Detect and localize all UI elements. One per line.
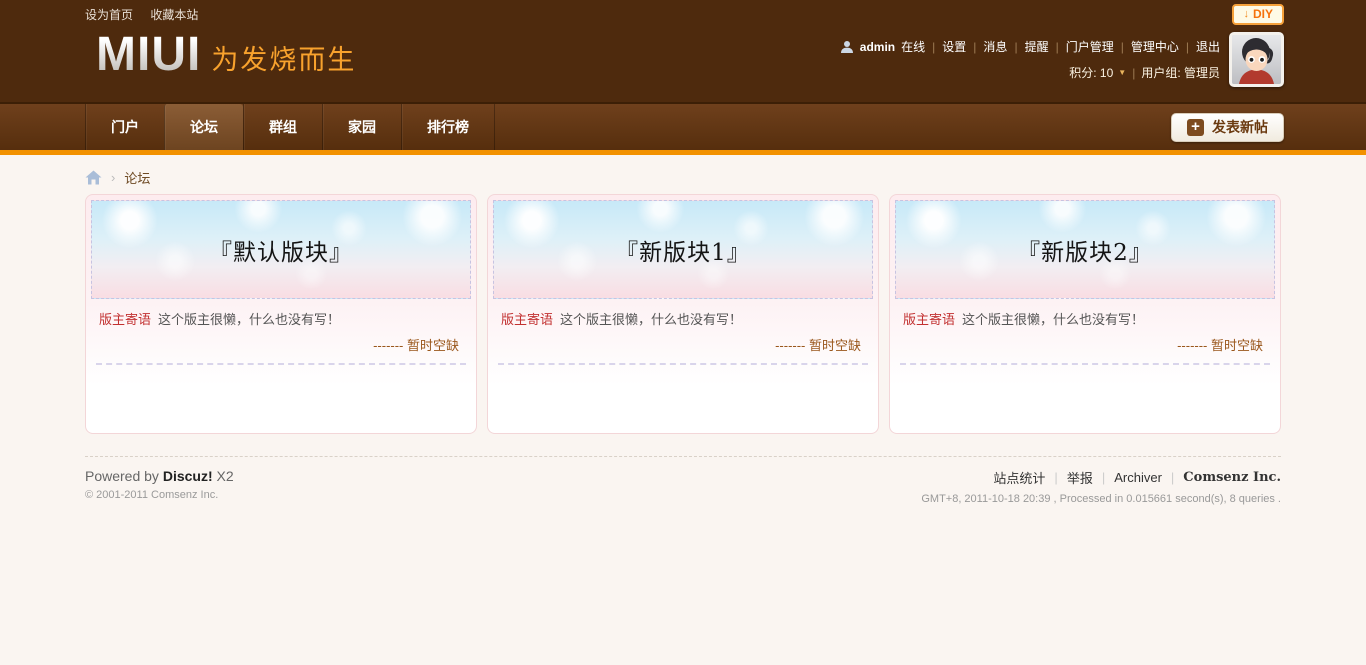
footer-links: 站点统计 | 举报 | Archiver | Comsenz Inc. [921,468,1281,487]
new-post-label: 发表新帖 [1212,119,1268,135]
forum-banner[interactable]: 『默认版块』 [91,200,471,299]
tab-group[interactable]: 群组 [243,104,322,150]
forum-banner[interactable]: 『新版块1』 [493,200,873,299]
forum-card-new1: 『新版块1』 版主寄语 这个版主很懒，什么也没有写！ ------- 暂时空缺 [487,194,879,434]
separator: | [1132,66,1136,80]
report-link[interactable]: 举报 [1067,468,1093,487]
breadcrumb-separator: › [111,170,116,185]
diy-label: DIY [1252,7,1273,21]
divider [900,363,1270,365]
moderator-note-text: 这个版主很懒，什么也没有写！ [158,312,341,327]
logo-text: MIUI [96,28,202,81]
new-post-button[interactable]: + 发表新帖 [1171,112,1284,142]
nav-tabs: 门户 论坛 群组 家园 排行榜 [85,104,495,150]
tab-portal[interactable]: 门户 [85,104,164,150]
plus-icon: + [1187,118,1204,136]
moderator-vacancy: ------- 暂时空缺 [1177,338,1263,353]
diy-button[interactable]: ↓ DIY [1232,4,1284,25]
chevron-down-icon[interactable]: ▼ [1118,65,1126,81]
separator: | [1055,40,1059,54]
site-logo[interactable]: MIUI 为发烧而生 [96,30,356,80]
powered-by: Powered by Discuz! X2 [85,468,234,484]
forum-title[interactable]: 『新版块2』 [1017,233,1153,267]
powered-prefix: Powered by [85,468,159,484]
forum-title[interactable]: 『默认版块』 [209,233,353,267]
add-favorite-link[interactable]: 收藏本站 [150,8,198,22]
footer-left: Powered by Discuz! X2 © 2001-2011 Comsen… [85,468,234,501]
moderator-note-label: 版主寄语 [903,312,956,327]
avatar[interactable] [1229,32,1284,87]
messages-link[interactable]: 消息 [983,38,1007,56]
moderator-vacancy: ------- 暂时空缺 [373,338,459,353]
forum-list: 『默认版块』 版主寄语 这个版主很懒，什么也没有写！ ------- 暂时空缺 『… [85,194,1281,434]
username-link[interactable]: admin [860,38,895,56]
moderator-note-label: 版主寄语 [501,312,554,327]
comsenz-link[interactable]: Comsenz Inc. [1183,470,1281,485]
moderator-note-text: 这个版主很懒，什么也没有写！ [962,312,1145,327]
logout-link[interactable]: 退出 [1196,38,1220,56]
separator: | [1054,470,1058,485]
tab-home[interactable]: 家园 [322,104,401,150]
admin-center-link[interactable]: 管理中心 [1131,38,1179,56]
page-footer: Powered by Discuz! X2 © 2001-2011 Comsen… [85,456,1281,505]
reminders-link[interactable]: 提醒 [1025,38,1049,56]
site-header: 设为首页 收藏本站 ↓ DIY MIUI 为发烧而生 admin 在线 | 设置… [0,0,1366,104]
site-stats-link[interactable]: 站点统计 [993,468,1045,487]
user-icon [840,40,854,54]
moderator-note-text: 这个版主很懒，什么也没有写！ [560,312,743,327]
home-icon[interactable] [85,170,102,185]
divider [498,363,868,365]
footer-right: 站点统计 | 举报 | Archiver | Comsenz Inc. GMT+… [921,468,1281,505]
product-link[interactable]: Discuz! [163,468,213,484]
online-status: 在线 [901,40,926,54]
breadcrumb-forum[interactable]: 论坛 [124,168,150,187]
product-version: X2 [216,468,234,484]
main-nav: 门户 论坛 群组 家园 排行榜 + 发表新帖 [0,104,1366,155]
settings-link[interactable]: 设置 [942,38,966,56]
tab-ranking[interactable]: 排行榜 [401,104,495,150]
moderator-note: 版主寄语 这个版主很懒，什么也没有写！ [99,311,463,328]
moderator-note-label: 版主寄语 [99,312,152,327]
user-panel: admin 在线 | 设置 | 消息 | 提醒 | 门户管理 | 管理中心 | … [840,38,1220,81]
divider [96,363,466,365]
copyright: © 2001-2011 Comsenz Inc. [85,489,219,501]
separator: | [1185,40,1189,54]
separator: | [973,40,977,54]
breadcrumb: › 论坛 [85,168,1281,187]
archiver-link[interactable]: Archiver [1114,470,1162,485]
separator: | [1101,470,1106,485]
tab-forum[interactable]: 论坛 [164,104,243,150]
forum-title[interactable]: 『新版块1』 [615,233,751,267]
footer-stats: GMT+8, 2011-10-18 20:39 , Processed in 0… [921,493,1281,505]
arrow-down-icon: ↓ [1243,8,1249,20]
separator: | [932,40,936,54]
credits-link[interactable]: 积分: 10 [1069,65,1113,81]
portal-admin-link[interactable]: 门户管理 [1066,38,1114,56]
moderator-note: 版主寄语 这个版主很懒，什么也没有写！ [903,311,1267,328]
topbar-links: 设为首页 收藏本站 [85,6,212,23]
separator: | [1014,40,1018,54]
forum-card-default: 『默认版块』 版主寄语 这个版主很懒，什么也没有写！ ------- 暂时空缺 [85,194,477,434]
set-home-link[interactable]: 设为首页 [85,8,133,22]
forum-card-new2: 『新版块2』 版主寄语 这个版主很懒，什么也没有写！ ------- 暂时空缺 [889,194,1281,434]
usergroup-label: 用户组: 管理员 [1141,66,1220,80]
moderator-note: 版主寄语 这个版主很懒，什么也没有写！ [501,311,865,328]
separator: | [1170,470,1175,485]
moderator-vacancy: ------- 暂时空缺 [775,338,861,353]
user-links-row: admin 在线 | 设置 | 消息 | 提醒 | 门户管理 | 管理中心 | … [840,38,1220,56]
logo-slogan: 为发烧而生 [211,45,357,75]
user-stats-row: 积分: 10 ▼ | 用户组: 管理员 [840,65,1220,81]
forum-banner[interactable]: 『新版块2』 [895,200,1275,299]
separator: | [1120,40,1124,54]
